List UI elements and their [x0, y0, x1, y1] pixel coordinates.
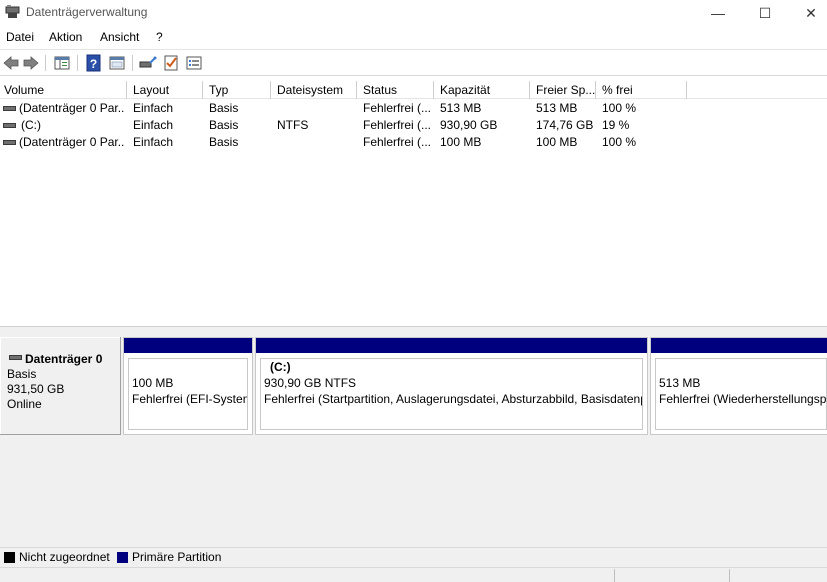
legend-primary-label: Primäre Partition	[132, 550, 222, 564]
volume-free: 513 MB	[536, 101, 578, 115]
volume-name: (Datenträger 0 Par...	[19, 101, 125, 115]
toolbar: ?	[0, 49, 827, 76]
partition-body: (C:) 930,90 GB NTFS Fehlerfrei (Startpar…	[260, 358, 643, 430]
properties-icon[interactable]	[108, 54, 126, 72]
svg-text:?: ?	[90, 57, 97, 71]
column-percent-free[interactable]: % frei	[596, 81, 687, 99]
volume-type: Basis	[209, 101, 239, 115]
partition-title: (C:)	[270, 360, 291, 374]
volume-layout: Einfach	[133, 118, 174, 132]
volume-percent-free: 100 %	[602, 135, 637, 149]
back-icon[interactable]	[2, 54, 20, 72]
toolbar-separator	[45, 55, 46, 71]
volume-capacity: 930,90 GB	[440, 118, 498, 132]
volume-percent-free: 19 %	[602, 118, 630, 132]
column-volume[interactable]: Volume	[0, 81, 127, 99]
legend-primary-swatch	[117, 552, 128, 563]
partition-body: 100 MB Fehlerfrei (EFI-Systempartition)	[128, 358, 248, 430]
maximize-button[interactable]: ☐	[742, 0, 788, 26]
toolbar-separator	[132, 55, 133, 71]
volume-free: 100 MB	[536, 135, 578, 149]
disk-0-label[interactable]: Datenträger 0 Basis 931,50 GB Online	[0, 337, 121, 435]
disk-type: Basis	[7, 367, 37, 381]
column-type[interactable]: Typ	[203, 81, 271, 99]
menu-file[interactable]: Datei	[6, 30, 34, 44]
volume-layout: Einfach	[133, 101, 174, 115]
partition-status: Fehlerfrei (Wiederherstellungspartition)	[659, 392, 827, 406]
disk-icon	[3, 123, 16, 128]
volume-status: Fehlerfrei (...	[363, 101, 432, 115]
partition-size: 930,90 GB NTFS	[264, 376, 357, 390]
column-capacity[interactable]: Kapazität	[434, 81, 530, 99]
volume-list-header: Volume Layout Typ Dateisystem Status Kap…	[0, 81, 827, 99]
check-icon[interactable]	[162, 54, 180, 72]
forward-icon[interactable]	[22, 54, 40, 72]
volume-capacity: 100 MB	[440, 135, 482, 149]
status-bar-divider	[614, 569, 615, 582]
partition-type-bar	[256, 338, 647, 353]
partition-recovery[interactable]: 513 MB Fehlerfrei (Wiederherstellungspar…	[650, 337, 827, 435]
partition-status: Fehlerfrei (Startpartition, Auslagerungs…	[264, 392, 642, 406]
disk-management-app-icon	[5, 5, 20, 18]
volume-free: 174,76 GB	[536, 118, 594, 132]
disk-icon	[3, 106, 16, 111]
help-icon[interactable]: ?	[85, 54, 103, 72]
list-icon[interactable]	[185, 54, 203, 72]
close-button[interactable]: ✕	[788, 0, 827, 26]
menu-view[interactable]: Ansicht	[100, 30, 139, 44]
partition-type-bar	[651, 338, 827, 353]
column-filesystem[interactable]: Dateisystem	[271, 81, 357, 99]
status-bar	[0, 567, 827, 582]
disk-icon	[3, 140, 16, 145]
volume-type: Basis	[209, 135, 239, 149]
column-free-space[interactable]: Freier Sp...	[530, 81, 596, 99]
volume-row[interactable]: (Datenträger 0 Par... Einfach Basis Fehl…	[0, 134, 827, 151]
column-layout[interactable]: Layout	[127, 81, 203, 99]
disk-state: Online	[7, 397, 42, 411]
console-tree-icon[interactable]	[53, 54, 71, 72]
volume-row[interactable]: (C:) Einfach Basis NTFS Fehlerfrei (... …	[0, 117, 827, 134]
partition-status: Fehlerfrei (EFI-Systempartition)	[132, 392, 247, 406]
connect-icon[interactable]	[139, 54, 157, 72]
volume-name: (C:)	[21, 118, 41, 132]
partition-efi[interactable]: 100 MB Fehlerfrei (EFI-Systempartition)	[123, 337, 253, 435]
window-title: Datenträgerverwaltung	[26, 5, 148, 19]
volume-status: Fehlerfrei (...	[363, 118, 432, 132]
status-bar-divider	[729, 569, 730, 582]
partition-type-bar	[124, 338, 252, 353]
minimize-button[interactable]: —	[695, 0, 741, 26]
partition-c[interactable]: (C:) 930,90 GB NTFS Fehlerfrei (Startpar…	[255, 337, 648, 435]
volume-percent-free: 100 %	[602, 101, 637, 115]
menu-bar: Datei Aktion Ansicht ?	[0, 27, 827, 48]
disk-graphical-view: Datenträger 0 Basis 931,50 GB Online 100…	[0, 331, 827, 547]
partition-size: 513 MB	[659, 376, 701, 390]
menu-help[interactable]: ?	[156, 30, 163, 44]
volume-status: Fehlerfrei (...	[363, 135, 432, 149]
legend-unallocated-label: Nicht zugeordnet	[19, 550, 110, 564]
column-status[interactable]: Status	[357, 81, 434, 99]
volume-capacity: 513 MB	[440, 101, 482, 115]
volume-row[interactable]: (Datenträger 0 Par... Einfach Basis Fehl…	[0, 100, 827, 117]
volume-layout: Einfach	[133, 135, 174, 149]
volume-type: Basis	[209, 118, 239, 132]
volume-filesystem: NTFS	[277, 118, 309, 132]
partition-size: 100 MB	[132, 376, 174, 390]
disk-name: Datenträger 0	[25, 352, 103, 366]
legend: Nicht zugeordnet Primäre Partition	[0, 547, 827, 567]
menu-action[interactable]: Aktion	[49, 30, 82, 44]
legend-unallocated-swatch	[4, 552, 15, 563]
disk-icon	[9, 355, 22, 360]
volume-name: (Datenträger 0 Par...	[19, 135, 125, 149]
title-bar: Datenträgerverwaltung — ☐ ✕	[0, 0, 827, 26]
volume-list: Volume Layout Typ Dateisystem Status Kap…	[0, 78, 827, 326]
disk-size: 931,50 GB	[7, 382, 65, 396]
partition-body: 513 MB Fehlerfrei (Wiederherstellungspar…	[655, 358, 827, 430]
toolbar-separator	[77, 55, 78, 71]
